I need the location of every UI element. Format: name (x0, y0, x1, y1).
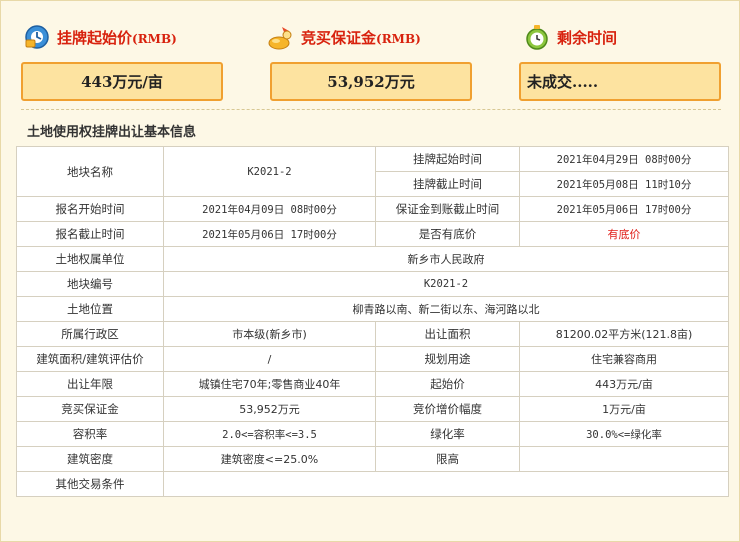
cell-label: 所属行政区 (16, 321, 164, 347)
cell-value: 2021年04月09日 08时00分 (163, 196, 376, 222)
divider (21, 109, 721, 110)
summary-values: 443万元/亩 53,952万元 未成交..... (1, 62, 740, 102)
cell-value: K2021-2 (163, 271, 729, 297)
cell-label: 竞价增价幅度 (375, 396, 520, 422)
table-row: 报名开始时间 2021年04月09日 08时00分 保证金到账截止时间 2021… (16, 196, 729, 222)
cell-label: 建筑密度 (16, 446, 164, 472)
cell-label: 土地权属单位 (16, 246, 164, 272)
deposit-value: 53,952万元 (270, 62, 472, 101)
cell-label: 建筑面积/建筑评估价 (16, 346, 164, 372)
cell-label: 限高 (375, 446, 520, 472)
reserve-price-value: 有底价 (519, 221, 729, 247)
listing-panel: 挂牌起始价(RMB) 竞买保证金(RMB) 剩余时间 443万元/亩 53,95… (0, 0, 740, 542)
start-price-label: 挂牌起始价 (57, 28, 133, 47)
cell-value: 2021年05月08日 11时10分 (519, 171, 729, 197)
cell-label: 竞买保证金 (16, 396, 164, 422)
money-bag-icon (267, 23, 295, 51)
remaining-time-value: 未成交..... (519, 62, 721, 101)
table-row: 建筑面积/建筑评估价 / 规划用途 住宅兼容商用 (16, 346, 729, 372)
table-row: 其他交易条件 (16, 471, 729, 497)
cell-value: 建筑密度<=25.0% (163, 446, 376, 472)
cell-value: 443万元/亩 (519, 371, 729, 397)
alarm-clock-icon (523, 23, 551, 51)
table-row: 地块名称 K2021-2 挂牌起始时间 2021年04月29日 08时00分 (16, 146, 729, 197)
cell-value: 住宅兼容商用 (519, 346, 729, 372)
cell-label: 是否有底价 (375, 221, 520, 247)
remaining-label: 剩余时间 (557, 28, 618, 47)
cell-value: 市本级(新乡市) (163, 321, 376, 347)
cell-value: 81200.02平方米(121.8亩) (519, 321, 729, 347)
cell-label: 绿化率 (375, 421, 520, 447)
cell-label: 土地位置 (16, 296, 164, 322)
cell-label: 报名截止时间 (16, 221, 164, 247)
remaining-time-header: 剩余时间 (523, 19, 617, 55)
cell-value: 30.0%<=绿化率 (519, 421, 729, 447)
table-row: 竞买保证金 53,952万元 竞价增价幅度 1万元/亩 (16, 396, 729, 422)
summary-header: 挂牌起始价(RMB) 竞买保证金(RMB) 剩余时间 (1, 19, 740, 59)
cell-value: 2021年04月29日 08时00分 (519, 146, 729, 172)
cell-value (519, 446, 729, 472)
start-price-header: 挂牌起始价(RMB) (23, 19, 177, 55)
table-row: 所属行政区 市本级(新乡市) 出让面积 81200.02平方米(121.8亩) (16, 321, 729, 347)
cell-value: / (163, 346, 376, 372)
cell-label: 挂牌截止时间 (375, 171, 520, 197)
cell-value: 53,952万元 (163, 396, 376, 422)
cell-label: 报名开始时间 (16, 196, 164, 222)
cell-value: 1万元/亩 (519, 396, 729, 422)
cell-label: 挂牌起始时间 (375, 146, 520, 172)
cell-label: 地块编号 (16, 271, 164, 297)
start-price-unit: (RMB) (132, 31, 177, 46)
price-tag-icon (23, 23, 51, 51)
section-title: 土地使用权挂牌出让基本信息 (27, 125, 197, 140)
table-row: 建筑密度 建筑密度<=25.0% 限高 (16, 446, 729, 472)
cell-label: 保证金到账截止时间 (375, 196, 520, 222)
cell-value: 城镇住宅70年;零售商业40年 (163, 371, 376, 397)
table-row: 出让年限 城镇住宅70年;零售商业40年 起始价 443万元/亩 (16, 371, 729, 397)
table-row: 土地权属单位 新乡市人民政府 (16, 246, 729, 272)
deposit-header: 竞买保证金(RMB) (267, 19, 421, 55)
cell-value: 2.0<=容积率<=3.5 (163, 421, 376, 447)
table-row: 报名截止时间 2021年05月06日 17时00分 是否有底价 有底价 (16, 221, 729, 247)
start-price-value: 443万元/亩 (21, 62, 223, 101)
cell-label: 地块名称 (16, 146, 164, 197)
cell-value: 新乡市人民政府 (163, 246, 729, 272)
cell-label: 起始价 (375, 371, 520, 397)
land-info-table: 地块名称 K2021-2 挂牌起始时间 2021年04月29日 08时00分 挂… (16, 146, 729, 497)
table-row: 土地位置 柳青路以南、新二街以东、海河路以北 (16, 296, 729, 322)
cell-value (163, 471, 729, 497)
deposit-unit: (RMB) (376, 31, 421, 46)
cell-label: 其他交易条件 (16, 471, 164, 497)
cell-label: 规划用途 (375, 346, 520, 372)
cell-label: 出让年限 (16, 371, 164, 397)
cell-value: K2021-2 (163, 146, 376, 197)
cell-label: 容积率 (16, 421, 164, 447)
cell-value: 柳青路以南、新二街以东、海河路以北 (163, 296, 729, 322)
cell-label: 出让面积 (375, 321, 520, 347)
table-row: 容积率 2.0<=容积率<=3.5 绿化率 30.0%<=绿化率 (16, 421, 729, 447)
table-row: 地块编号 K2021-2 (16, 271, 729, 297)
deposit-label: 竞买保证金 (301, 28, 377, 47)
cell-value: 2021年05月06日 17时00分 (519, 196, 729, 222)
cell-value: 2021年05月06日 17时00分 (163, 221, 376, 247)
